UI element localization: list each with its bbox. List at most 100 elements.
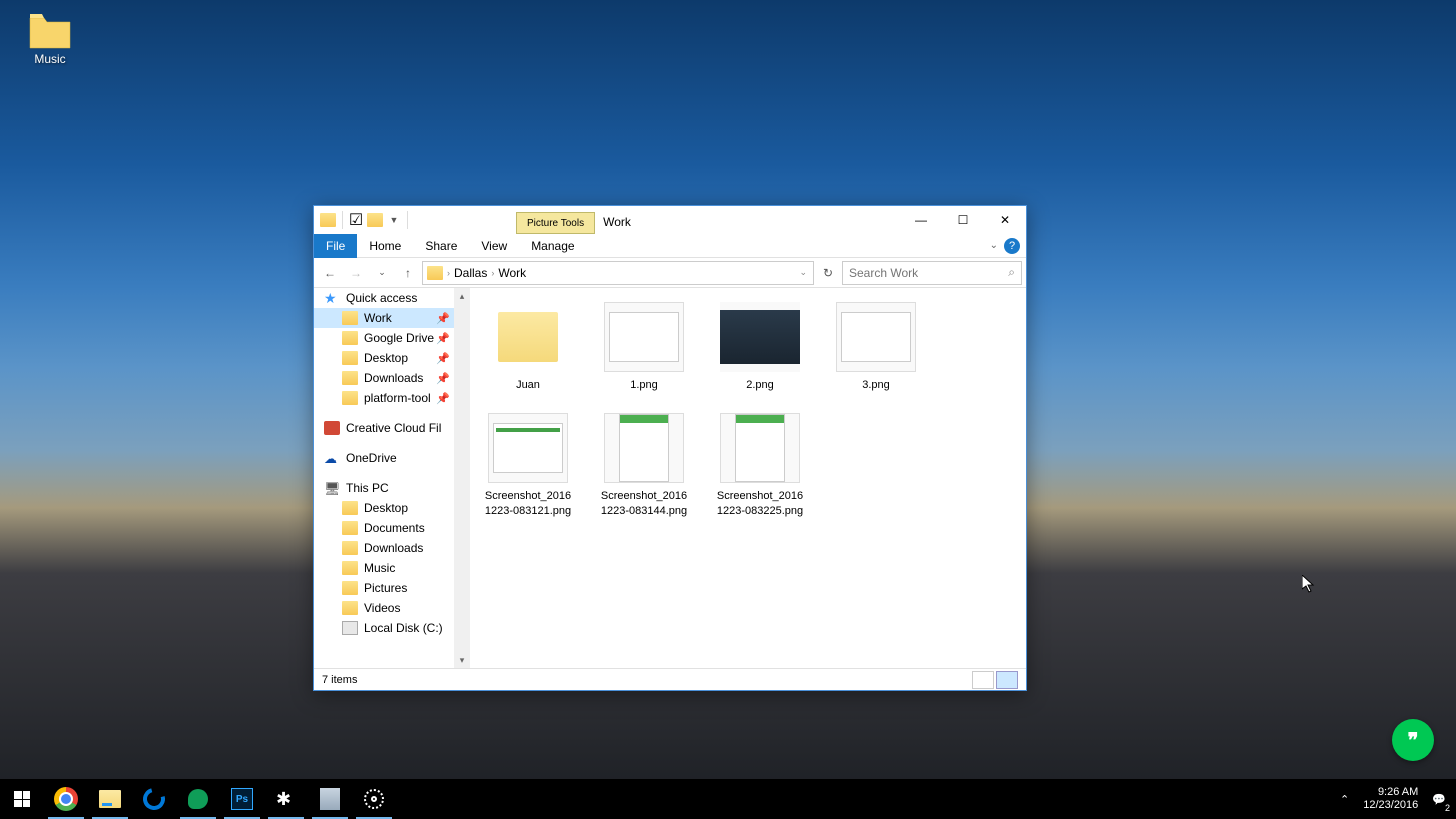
tab-file[interactable]: File	[314, 234, 357, 258]
sidebar-item-documents[interactable]: Documents	[314, 518, 454, 538]
file-item-image[interactable]: 2.png	[712, 298, 808, 397]
file-item-image[interactable]: Screenshot_20161223-083144.png	[596, 409, 692, 523]
qat-dropdown-icon[interactable]: ▼	[387, 213, 401, 227]
search-box[interactable]: ⌕	[842, 261, 1022, 285]
taskbar-photoshop[interactable]: Ps	[220, 779, 264, 819]
window-title: Work	[603, 215, 631, 229]
gear-icon	[364, 789, 384, 809]
sidebar-item-pictures[interactable]: Pictures	[314, 578, 454, 598]
folder-icon	[488, 302, 568, 372]
navigation-pane: ★ Quick access Work 📌 Google Drive 📌 Des…	[314, 288, 454, 668]
sidebar-item-desktop[interactable]: Desktop 📌	[314, 348, 454, 368]
maximize-button[interactable]: ☐	[942, 206, 984, 234]
file-item-folder[interactable]: Juan	[480, 298, 576, 397]
breadcrumb-segment[interactable]: Dallas	[454, 266, 487, 280]
sidebar-item-videos[interactable]: Videos	[314, 598, 454, 618]
nav-forward-button[interactable]: →	[344, 261, 368, 285]
status-bar: 7 items	[314, 668, 1026, 690]
file-item-image[interactable]: 3.png	[828, 298, 924, 397]
ribbon-collapse-icon[interactable]: ⌄	[990, 240, 998, 251]
chrome-icon	[54, 787, 78, 811]
taskbar-installer[interactable]	[308, 779, 352, 819]
item-count: 7 items	[322, 674, 357, 686]
file-item-image[interactable]: 1.png	[596, 298, 692, 397]
close-button[interactable]: ✕	[984, 206, 1026, 234]
minimize-button[interactable]: —	[900, 206, 942, 234]
sidebar-item-google-drive[interactable]: Google Drive 📌	[314, 328, 454, 348]
refresh-button[interactable]: ↻	[816, 261, 840, 285]
scroll-up-icon[interactable]: ▴	[454, 288, 470, 304]
notification-count: 2	[1445, 803, 1450, 813]
taskbar-slack[interactable]: ✱	[264, 779, 308, 819]
nav-up-button[interactable]: ↑	[396, 261, 420, 285]
sidebar-scrollbar[interactable]: ▴ ▾	[454, 288, 470, 668]
taskbar-chrome[interactable]	[44, 779, 88, 819]
taskbar-settings[interactable]	[352, 779, 396, 819]
pin-icon: 📌	[436, 392, 450, 405]
folder-icon	[342, 601, 358, 615]
windows-icon	[14, 791, 30, 807]
breadcrumb-dropdown-icon[interactable]: ⌄	[799, 267, 807, 278]
folder-icon	[342, 541, 358, 555]
breadcrumb[interactable]: › Dallas › Work ⌄	[422, 261, 814, 285]
sidebar-item-platform-tool[interactable]: platform-tool 📌	[314, 388, 454, 408]
sidebar-item-music[interactable]: Music	[314, 558, 454, 578]
installer-icon	[320, 788, 340, 810]
star-icon: ★	[324, 291, 340, 305]
notification-icon: 💬	[1432, 793, 1446, 806]
title-bar[interactable]: ☑ ▼ Picture Tools Work — ☐ ✕	[314, 206, 1026, 234]
help-icon[interactable]: ?	[1004, 238, 1020, 254]
breadcrumb-segment[interactable]: Work	[498, 266, 526, 280]
desktop-icon-music[interactable]: Music	[15, 8, 85, 70]
taskbar-hangouts[interactable]	[176, 779, 220, 819]
sidebar-item-desktop-pc[interactable]: Desktop	[314, 498, 454, 518]
sidebar-item-local-disk[interactable]: Local Disk (C:)	[314, 618, 454, 638]
sidebar-creative-cloud[interactable]: Creative Cloud Fil	[314, 418, 454, 438]
sidebar-item-downloads-pc[interactable]: Downloads	[314, 538, 454, 558]
nav-back-button[interactable]: ←	[318, 261, 342, 285]
file-item-image[interactable]: Screenshot_20161223-083121.png	[480, 409, 576, 523]
context-tab-picture-tools[interactable]: Picture Tools	[516, 212, 595, 234]
ribbon-tabs: File Home Share View Manage ⌄ ?	[314, 234, 1026, 258]
taskbar-clock[interactable]: 9:26 AM 12/23/2016	[1355, 786, 1426, 812]
taskbar-file-explorer[interactable]	[88, 779, 132, 819]
qat-newfolder-icon[interactable]	[367, 213, 383, 227]
action-center-button[interactable]: 💬 2	[1426, 779, 1452, 819]
search-input[interactable]	[849, 266, 1008, 280]
qat-properties-icon[interactable]: ☑	[349, 213, 363, 227]
sidebar-quick-access[interactable]: ★ Quick access	[314, 288, 454, 308]
folder-icon	[28, 12, 72, 50]
start-button[interactable]	[0, 779, 44, 819]
pc-icon: 🖥	[324, 481, 340, 495]
view-details-button[interactable]	[972, 671, 994, 689]
photoshop-icon: Ps	[231, 788, 253, 810]
tab-share[interactable]: Share	[413, 234, 469, 258]
file-explorer-window: ☑ ▼ Picture Tools Work — ☐ ✕ File Home S…	[313, 205, 1027, 691]
image-thumbnail	[720, 302, 800, 372]
nav-recent-dropdown[interactable]: ⌄	[370, 261, 394, 285]
edge-icon	[139, 784, 169, 814]
view-thumbnails-button[interactable]	[996, 671, 1018, 689]
image-thumbnail	[720, 413, 800, 483]
search-icon[interactable]: ⌕	[1008, 265, 1015, 280]
file-list[interactable]: Juan 1.png 2.png 3.png Screenshot_201612…	[470, 288, 1026, 668]
folder-icon	[342, 351, 358, 365]
tab-view[interactable]: View	[469, 234, 519, 258]
sidebar-this-pc[interactable]: 🖥 This PC	[314, 478, 454, 498]
hangouts-fab[interactable]: ❞	[1392, 719, 1434, 761]
mouse-cursor	[1302, 575, 1316, 593]
folder-icon	[342, 331, 358, 345]
onedrive-icon: ☁	[324, 451, 340, 465]
folder-icon	[342, 561, 358, 575]
sidebar-item-downloads[interactable]: Downloads 📌	[314, 368, 454, 388]
sidebar-onedrive[interactable]: ☁ OneDrive	[314, 448, 454, 468]
tab-manage[interactable]: Manage	[519, 234, 586, 258]
file-item-image[interactable]: Screenshot_20161223-083225.png	[712, 409, 808, 523]
taskbar-edge[interactable]	[132, 779, 176, 819]
tab-home[interactable]: Home	[357, 234, 413, 258]
folder-icon	[342, 501, 358, 515]
scroll-down-icon[interactable]: ▾	[454, 652, 470, 668]
pin-icon: 📌	[436, 332, 450, 345]
sidebar-item-work[interactable]: Work 📌	[314, 308, 454, 328]
tray-overflow-button[interactable]: ⌃	[1334, 779, 1355, 819]
